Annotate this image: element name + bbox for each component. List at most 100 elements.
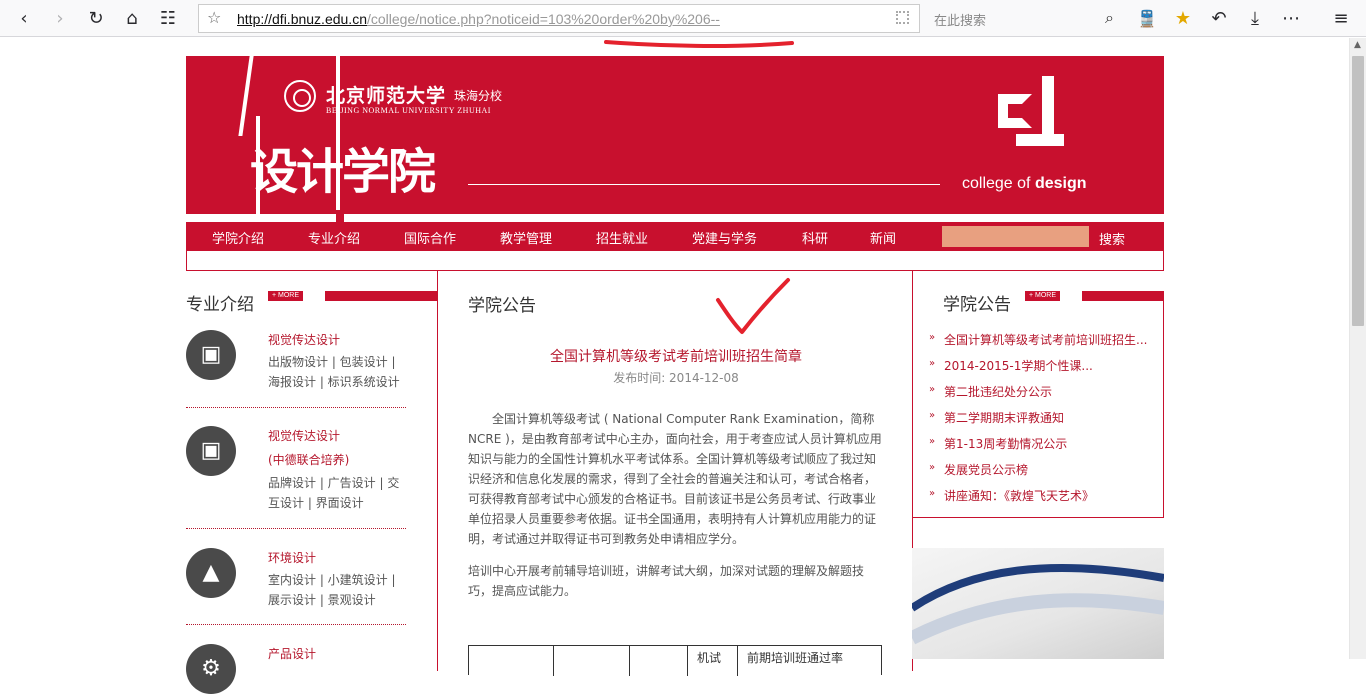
- nav-spacer: [186, 251, 1164, 271]
- bullet-icon: »: [929, 358, 936, 369]
- notice-panel: 学院公告 全国计算机等级考试考前培训班招生简章 发布时间: 2014-12-08…: [437, 271, 913, 676]
- camera-icon: ▣: [186, 330, 236, 380]
- majors-section-title: 专业介绍: [186, 295, 254, 315]
- url-host: http://dfi.bnuz.edu.cn: [237, 11, 367, 27]
- university-seal-icon: [284, 80, 316, 112]
- search-icon[interactable]: ⌕: [1105, 8, 1114, 28]
- major-item[interactable]: ▲ 环境设计 室内设计 | 小建筑设计 | 展示设计 | 景观设计: [186, 548, 406, 618]
- more-icon[interactable]: ⋯: [1279, 7, 1303, 31]
- notice-table: 机试 前期培训班通过率: [468, 645, 882, 676]
- tree-icon: ▲: [186, 548, 236, 598]
- nav-item-teaching[interactable]: 教学管理: [500, 228, 552, 247]
- bullet-icon: »: [929, 410, 936, 421]
- table-col: [737, 646, 738, 676]
- list-item[interactable]: 第二批违纪处分公示: [944, 383, 1052, 400]
- menu-icon[interactable]: ≡: [1329, 7, 1353, 31]
- bullet-icon: »: [929, 436, 936, 447]
- undo-icon[interactable]: ↶: [1207, 7, 1231, 31]
- nav-item-majors[interactable]: 专业介绍: [308, 228, 360, 247]
- favorites-star-icon[interactable]: ★: [1171, 7, 1195, 31]
- url-text[interactable]: http://dfi.bnuz.edu.cn/college/notice.ph…: [237, 11, 720, 27]
- major-title[interactable]: 环境设计: [268, 548, 316, 568]
- address-bar[interactable]: ☆ http://dfi.bnuz.edu.cn/college/notice.…: [198, 4, 920, 33]
- right-notices-list: » 全国计算机等级考试考前培训班招生... » 2014-2015-1学期个性课…: [912, 298, 1164, 518]
- camera-icon: ▣: [186, 426, 236, 476]
- majors-section-bar: [325, 291, 437, 301]
- nav-item-research[interactable]: 科研: [802, 228, 828, 247]
- reader-view-icon[interactable]: ☷: [156, 7, 180, 31]
- browser-toolbar: ‹ › ↻ ⌂ ☷ ☆ http://dfi.bnuz.edu.cn/colle…: [0, 0, 1366, 37]
- search-placeholder: 在此搜索: [934, 14, 987, 29]
- list-item[interactable]: 第二学期期末评教通知: [944, 409, 1064, 426]
- promo-graphic: [912, 564, 1164, 645]
- browser-search-box[interactable]: 在此搜索 ⌕: [922, 4, 1122, 33]
- major-item[interactable]: ▣ 视觉传达设计 出版物设计 | 包装设计 | 海报设计 | 标识系统设计: [186, 330, 406, 400]
- nav-item-party[interactable]: 党建与学务: [692, 228, 757, 247]
- url-path: /college/notice.php?noticeid=103%20order…: [366, 11, 720, 27]
- download-icon[interactable]: ⤓: [1243, 7, 1267, 31]
- notice-section-title: 学院公告: [468, 296, 536, 316]
- bullet-icon: »: [929, 384, 936, 395]
- majors-more-link[interactable]: + MORE: [268, 291, 304, 301]
- forward-icon[interactable]: ›: [48, 7, 72, 31]
- college-en-prefix: college of: [962, 175, 1035, 192]
- nav-item-admission[interactable]: 招生就业: [596, 228, 648, 247]
- qr-code-icon[interactable]: [896, 11, 909, 24]
- back-icon[interactable]: ‹: [12, 7, 36, 31]
- divider: [186, 624, 406, 625]
- nav-item-about[interactable]: 学院介绍: [212, 228, 264, 247]
- product-icon: ⚙: [186, 644, 236, 694]
- nav-item-news[interactable]: 新闻: [870, 228, 896, 247]
- promo-image[interactable]: [912, 548, 1164, 659]
- banner-rule: [468, 184, 940, 185]
- major-item[interactable]: ⚙ 产品设计: [186, 644, 406, 694]
- bullet-icon: »: [929, 332, 936, 343]
- train-icon[interactable]: 🚆: [1135, 7, 1159, 31]
- list-item[interactable]: 全国计算机等级考试考前培训班招生...: [944, 331, 1147, 348]
- college-name-en: college of design: [962, 175, 1087, 193]
- nav-item-international[interactable]: 国际合作: [404, 228, 456, 247]
- notice-paragraph: 培训中心开展考前辅导培训班，讲解考试大纲，加深对试题的理解及解题技巧，提高应试能…: [468, 564, 865, 598]
- bullet-icon: »: [929, 488, 936, 499]
- design-logo-icon: [998, 76, 1064, 160]
- scroll-thumb[interactable]: [1352, 56, 1364, 326]
- major-title[interactable]: 视觉传达设计: [268, 330, 340, 350]
- table-cell: 机试: [697, 651, 722, 665]
- table-col: [629, 646, 630, 676]
- reload-icon[interactable]: ↻: [84, 7, 108, 31]
- site-banner: 北京师范大学 珠海分校 BEIJING NORMAL UNIVERSITY ZH…: [186, 56, 1164, 214]
- site-search-input[interactable]: [942, 226, 1089, 247]
- home-icon[interactable]: ⌂: [120, 7, 144, 31]
- table-col: [687, 646, 688, 676]
- major-item[interactable]: ▣ 视觉传达设计 (中德联合培养) 品牌设计 | 广告设计 | 交 互设计 | …: [186, 426, 406, 516]
- page-scrollbar[interactable]: ▲: [1349, 38, 1366, 659]
- major-desc: 出版物设计 | 包装设计 |: [268, 355, 396, 369]
- campus-name: 珠海分校: [454, 89, 503, 103]
- university-name-en: BEIJING NORMAL UNIVERSITY ZHUHAI: [326, 106, 491, 115]
- major-title[interactable]: 视觉传达设计: [268, 426, 340, 446]
- list-item[interactable]: 讲座通知：《敦煌飞天艺术》: [944, 487, 1094, 504]
- major-desc: 海报设计 | 标识系统设计: [268, 375, 400, 389]
- list-item[interactable]: 发展党员公示榜: [944, 461, 1028, 478]
- bookmark-star-icon[interactable]: ☆: [207, 8, 221, 27]
- list-item[interactable]: 第1-13周考勤情况公示: [944, 435, 1067, 452]
- major-subtitle: (中德联合培养): [268, 453, 350, 467]
- college-name: 设计学院: [250, 144, 436, 200]
- college-en-bold: design: [1034, 175, 1087, 192]
- major-desc: 品牌设计 | 广告设计 | 交: [268, 476, 400, 490]
- list-item[interactable]: 2014-2015-1学期个性课...: [944, 357, 1093, 374]
- divider: [186, 407, 406, 408]
- bullet-icon: »: [929, 462, 936, 473]
- major-title[interactable]: 产品设计: [268, 644, 316, 664]
- main-nav: 学院介绍 专业介绍 国际合作 教学管理 招生就业 党建与学务 科研 新闻 搜索: [186, 222, 1164, 251]
- scroll-up-icon[interactable]: ▲: [1354, 40, 1361, 50]
- major-desc: 展示设计 | 景观设计: [268, 593, 376, 607]
- hand-underline-annotation: [604, 40, 794, 48]
- table-col: [553, 646, 554, 676]
- notice-title: 全国计算机等级考试考前培训班招生简章: [550, 349, 802, 365]
- site-search-button[interactable]: 搜索: [1099, 229, 1125, 248]
- banner-decor-line: [238, 56, 254, 136]
- divider: [186, 528, 406, 529]
- university-name: 北京师范大学: [326, 85, 447, 107]
- banner-decor-tick: [336, 210, 344, 222]
